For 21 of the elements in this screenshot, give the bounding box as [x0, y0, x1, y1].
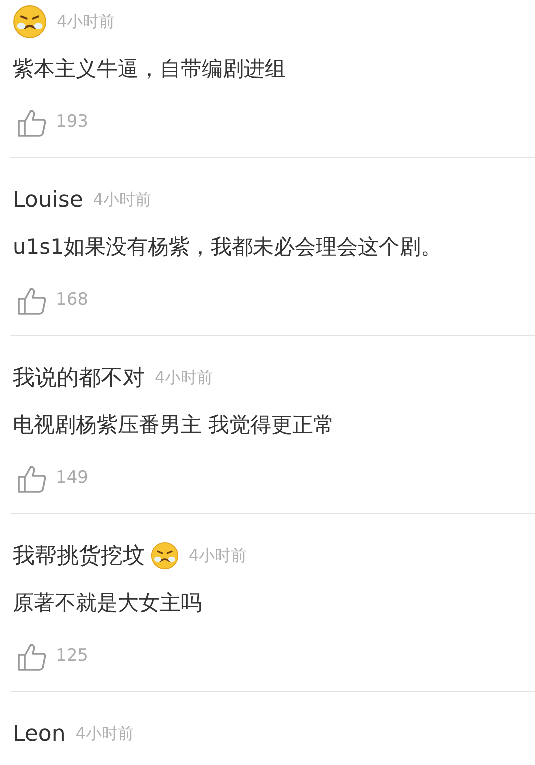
thumbs-up-icon[interactable]: [16, 285, 48, 317]
comment-text: 电视剧杨紫压番男主 我觉得更正常: [13, 412, 335, 440]
username: 我帮挑货挖坟: [13, 542, 145, 570]
comment-text: 原著不就是大女主吗: [13, 590, 202, 618]
timestamp: 4小时前: [57, 11, 116, 33]
thumbs-up-icon[interactable]: [16, 107, 48, 139]
thumbs-up-icon[interactable]: [16, 463, 48, 495]
username: Louise: [13, 186, 84, 214]
comment-text: u1s1如果没有杨紫，我都未必会理会这个剧。: [13, 234, 442, 262]
like-count: 149: [56, 467, 88, 490]
timestamp: 4小时前: [155, 367, 214, 389]
username: Leon: [13, 720, 66, 748]
thumbs-up-icon[interactable]: [16, 641, 48, 673]
username: 我说的都不对: [13, 364, 145, 392]
like-count: 193: [56, 111, 88, 134]
like-count: 125: [56, 645, 88, 668]
timestamp: 4小时前: [76, 723, 134, 745]
timestamp: 4小时前: [93, 189, 152, 211]
like-count: 168: [56, 289, 88, 312]
timestamp: 4小时前: [189, 545, 248, 567]
comment-text: 紫本主义牛逼，自带编剧进组: [13, 56, 286, 84]
